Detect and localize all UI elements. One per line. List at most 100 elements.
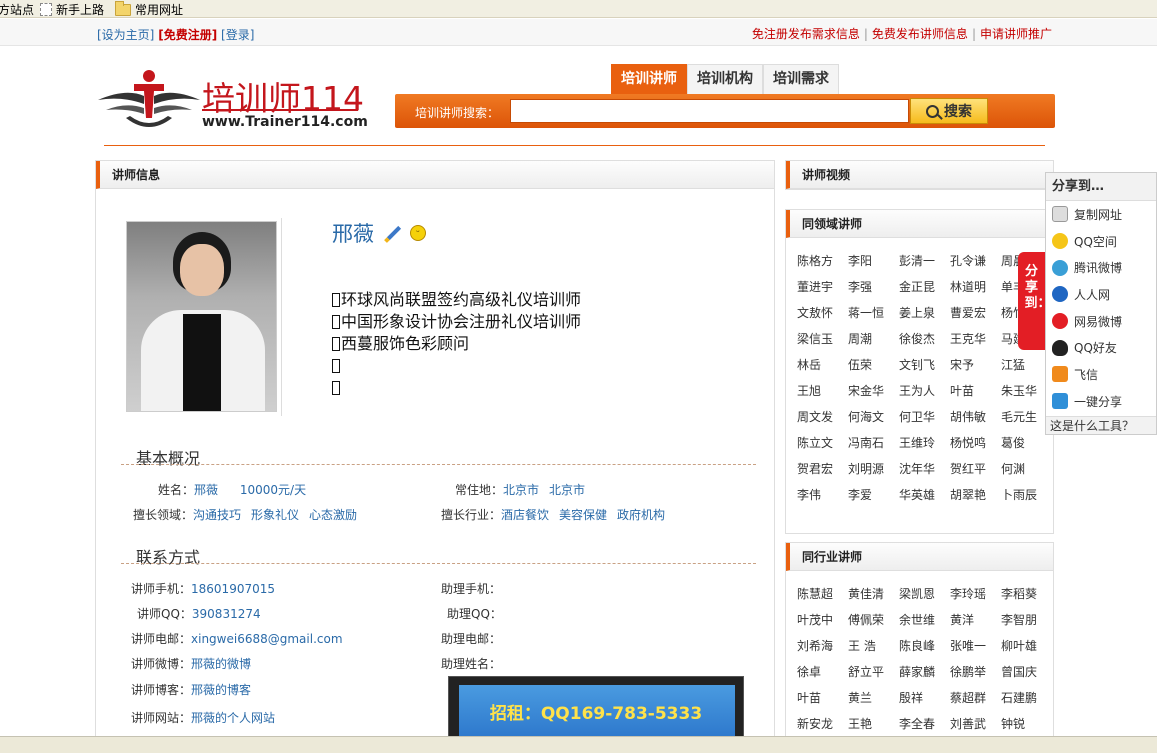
- trainer-name-link[interactable]: 刘希海: [797, 633, 848, 659]
- bookmark-item[interactable]: 方站点: [0, 1, 34, 18]
- share-toggle-tab[interactable]: 分享到：: [1018, 252, 1051, 350]
- promote-link[interactable]: 申请讲师推广: [980, 27, 1052, 41]
- trainer-name-link[interactable]: 董进宇: [797, 274, 848, 300]
- share-copy-url[interactable]: 复制网址: [1046, 201, 1156, 228]
- residence-city[interactable]: 北京市: [503, 483, 539, 497]
- expertise-link[interactable]: 形象礼仪: [251, 508, 299, 522]
- trainer-name-link[interactable]: 王 浩: [848, 633, 899, 659]
- share-qzone[interactable]: QQ空间: [1046, 228, 1156, 255]
- tab-demands[interactable]: 培训需求: [763, 64, 839, 94]
- trainer-name-link[interactable]: 李稻葵: [1001, 581, 1052, 607]
- search-button[interactable]: 搜索: [910, 98, 988, 124]
- trainer-name-link[interactable]: 王为人: [899, 378, 950, 404]
- login-link[interactable]: [登录]: [221, 28, 254, 42]
- trainer-name-link[interactable]: 周潮: [848, 326, 899, 352]
- share-renren[interactable]: 人人网: [1046, 281, 1156, 308]
- trainer-name-link[interactable]: 杨悦鸣: [950, 430, 1001, 456]
- trainer-name-link[interactable]: 殷祥: [899, 685, 950, 711]
- trainer-name-link[interactable]: 刘善武: [950, 711, 1001, 737]
- trainer-name-link[interactable]: 姜上泉: [899, 300, 950, 326]
- trainer-name-link[interactable]: 宋金华: [848, 378, 899, 404]
- trainer-name-link[interactable]: 李阳: [848, 248, 899, 274]
- trainer-name-link[interactable]: 沈年华: [899, 456, 950, 482]
- trainer-name-link[interactable]: 宋予: [950, 352, 1001, 378]
- trainer-name-link[interactable]: 华英雄: [899, 482, 950, 508]
- trainer-name-link[interactable]: 梁信玉: [797, 326, 848, 352]
- trainer-name-link[interactable]: 贺红平: [950, 456, 1001, 482]
- trainer-name-link[interactable]: 舒立平: [848, 659, 899, 685]
- trainer-name-link[interactable]: 徐卓: [797, 659, 848, 685]
- site-logo[interactable]: 培训师114 www.Trainer114.com: [96, 66, 368, 136]
- tab-trainers[interactable]: 培训讲师: [611, 64, 687, 94]
- industry-link[interactable]: 酒店餐饮: [501, 508, 549, 522]
- bookmark-item[interactable]: 常用网址: [115, 0, 183, 18]
- trainer-name-link[interactable]: 李爱: [848, 482, 899, 508]
- trainer-name-link[interactable]: 薛家麟: [899, 659, 950, 685]
- trainer-name-link[interactable]: 胡伟敏: [950, 404, 1001, 430]
- trainer-name-link[interactable]: 李全春: [899, 711, 950, 737]
- bookmark-item[interactable]: 新手上路: [40, 1, 104, 18]
- trainer-name-link[interactable]: 何海文: [848, 404, 899, 430]
- trainer-name-link[interactable]: 周文发: [797, 404, 848, 430]
- trainer-name-link[interactable]: 叶苗: [950, 378, 1001, 404]
- trainer-name-link[interactable]: 叶茂中: [797, 607, 848, 633]
- trainer-name-link[interactable]: 张唯一: [950, 633, 1001, 659]
- trainer-name-link[interactable]: 柳叶雄: [1001, 633, 1052, 659]
- trainer-name-link[interactable]: 叶苗: [797, 685, 848, 711]
- industry-link[interactable]: 美容保健: [559, 508, 607, 522]
- expertise-link[interactable]: 心态激励: [309, 508, 357, 522]
- trainer-name-link[interactable]: 李伟: [797, 482, 848, 508]
- trainer-name-link[interactable]: 彭清一: [899, 248, 950, 274]
- trainer-name-link[interactable]: 陈良峰: [899, 633, 950, 659]
- trainer-name-link[interactable]: 钟锐: [1001, 711, 1052, 737]
- trainer-name-link[interactable]: 陈格方: [797, 248, 848, 274]
- tab-institutions[interactable]: 培训机构: [687, 64, 763, 94]
- share-qq-friends[interactable]: QQ好友: [1046, 334, 1156, 361]
- trainer-name-link[interactable]: 李强: [848, 274, 899, 300]
- trainer-name-link[interactable]: 新安龙: [797, 711, 848, 737]
- trainer-name-link[interactable]: 王克华: [950, 326, 1001, 352]
- trainer-name-link[interactable]: 李智朋: [1001, 607, 1052, 633]
- trainer-name-link[interactable]: 何渊: [1001, 456, 1052, 482]
- share-one-click[interactable]: 一键分享: [1046, 388, 1156, 415]
- trainer-name-link[interactable]: 陈立文: [797, 430, 848, 456]
- trainer-name-link[interactable]: 刘明源: [848, 456, 899, 482]
- share-fetion[interactable]: 飞信: [1046, 361, 1156, 388]
- set-home-link[interactable]: [设为主页]: [97, 28, 154, 42]
- trainer-name-link[interactable]: 蔡超群: [950, 685, 1001, 711]
- register-link[interactable]: [免费注册]: [158, 28, 217, 42]
- trainer-name-link[interactable]: 徐鹏举: [950, 659, 1001, 685]
- blog-link[interactable]: 邢薇的博客: [191, 683, 251, 697]
- share-netease-weibo[interactable]: 网易微博: [1046, 308, 1156, 335]
- trainer-name-link[interactable]: 李玲瑶: [950, 581, 1001, 607]
- trainer-name-link[interactable]: 林道明: [950, 274, 1001, 300]
- trainer-name-link[interactable]: 徐俊杰: [899, 326, 950, 352]
- trainer-name-link[interactable]: 曹爱宏: [950, 300, 1001, 326]
- industry-link[interactable]: 政府机构: [617, 508, 665, 522]
- post-demand-link[interactable]: 免注册发布需求信息: [752, 27, 860, 41]
- residence-city[interactable]: 北京市: [549, 483, 585, 497]
- trainer-name-link[interactable]: 石建鹏: [1001, 685, 1052, 711]
- trainer-name-link[interactable]: 冯南石: [848, 430, 899, 456]
- search-input[interactable]: [510, 99, 909, 123]
- trainer-name-link[interactable]: 文敖怀: [797, 300, 848, 326]
- trainer-name-link[interactable]: 孔令谦: [950, 248, 1001, 274]
- email-link[interactable]: xingwei6688@gmail.com: [191, 632, 343, 646]
- trainer-name-link[interactable]: 黄洋: [950, 607, 1001, 633]
- website-link[interactable]: 邢薇的个人网站: [191, 711, 275, 725]
- share-help-link[interactable]: 这是什么工具？: [1046, 416, 1156, 434]
- trainer-name-link[interactable]: 曾国庆: [1001, 659, 1052, 685]
- trainer-name-link[interactable]: 文钊飞: [899, 352, 950, 378]
- trainer-name-link[interactable]: 陈慧超: [797, 581, 848, 607]
- trainer-name-link[interactable]: 王旭: [797, 378, 848, 404]
- trainer-name-link[interactable]: 王维玲: [899, 430, 950, 456]
- trainer-name-link[interactable]: 梁凯恩: [899, 581, 950, 607]
- trainer-name-link[interactable]: 蒋一恒: [848, 300, 899, 326]
- trainer-name-link[interactable]: 何卫华: [899, 404, 950, 430]
- weibo-link[interactable]: 邢薇的微博: [191, 657, 251, 671]
- trainer-name-link[interactable]: 贺君宏: [797, 456, 848, 482]
- trainer-name-link[interactable]: 傅佩荣: [848, 607, 899, 633]
- trainer-name-link[interactable]: 金正昆: [899, 274, 950, 300]
- trainer-name-link[interactable]: 黄佳清: [848, 581, 899, 607]
- trainer-name-link[interactable]: 伍荣: [848, 352, 899, 378]
